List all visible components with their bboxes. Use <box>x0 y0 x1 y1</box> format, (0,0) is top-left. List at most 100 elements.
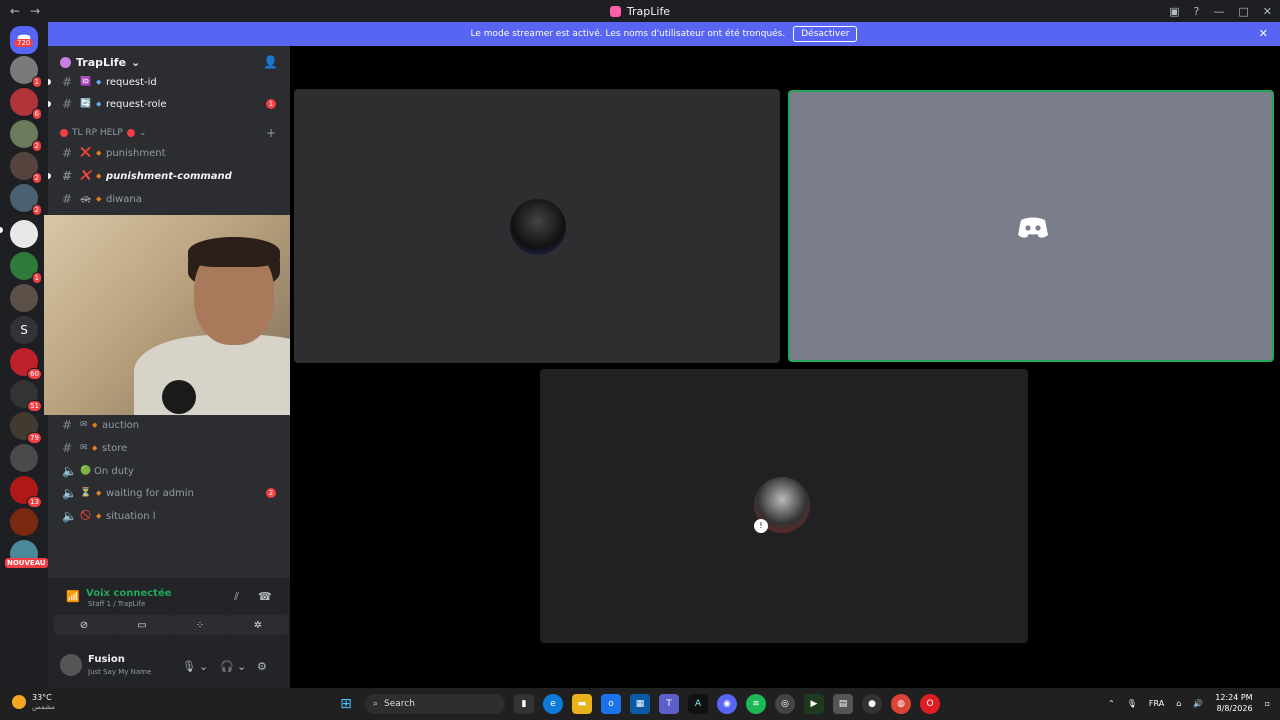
forward-arrow-icon[interactable]: → <box>30 4 40 18</box>
language-indicator[interactable]: FRA <box>1149 699 1164 708</box>
screen-share-button[interactable]: ▭ <box>112 615 172 635</box>
chevron-down-icon: ⌄ <box>138 128 147 138</box>
teams-icon[interactable]: T <box>659 694 679 714</box>
clock[interactable]: 12:24 PM 8/8/2026 <box>1215 692 1252 714</box>
server-icon[interactable]: 79 <box>10 412 42 444</box>
app-icon[interactable]: ◎ <box>775 694 795 714</box>
server-icon[interactable]: 60 <box>10 348 42 380</box>
microphone-icon[interactable]: 🎙 <box>182 660 196 673</box>
category-header[interactable]: TL RP HELP ⌄ <box>60 128 146 138</box>
server-icon[interactable]: 2 <box>10 152 42 184</box>
voice-channel-item[interactable]: 🔈 🚫 ◆ situation l <box>48 506 290 526</box>
microphone-icon[interactable]: 🎙 <box>1127 699 1137 708</box>
channel-item[interactable]: # ✉ ◆ auction <box>48 415 290 435</box>
participant-tile[interactable] <box>294 89 780 363</box>
add-member-icon[interactable]: 👤 <box>263 55 278 69</box>
channel-item[interactable]: # 🆔 ◆ request-id <box>48 72 290 92</box>
chevron-up-icon[interactable]: ⌃ <box>1108 699 1115 708</box>
user-panel: Fusion Just Say My Name 🎙 ⌄ 🎧 ⌄ ⚙ <box>48 646 290 686</box>
add-channel-icon[interactable]: + <box>266 126 276 140</box>
server-icon[interactable]: 1 <box>10 56 42 88</box>
volume-icon[interactable]: 🔊 <box>1193 699 1203 708</box>
voice-status[interactable]: Voix connectée <box>86 588 172 599</box>
channel-item[interactable]: # ✉ ◆ store <box>48 438 290 458</box>
store-icon[interactable]: ▦ <box>630 694 650 714</box>
camera-off-button[interactable]: ⊘ <box>54 615 114 635</box>
voice-channel-item[interactable]: 🔈 🟢 On duty <box>48 461 290 481</box>
headphones-icon[interactable]: 🎧 <box>220 660 234 673</box>
outlook-icon[interactable]: o <box>601 694 621 714</box>
soundboard-button[interactable]: ✲ <box>228 615 288 635</box>
server-icon[interactable]: 2 <box>10 120 42 152</box>
taskbar: 33°C مشمس ⊞ ⌕ Search ▮ e ▬ o ▦ T A ◉ ≋ ◎… <box>0 688 1280 720</box>
chrome-icon[interactable]: ◍ <box>891 694 911 714</box>
server-icon[interactable]: 51 <box>10 380 42 412</box>
notifications-icon[interactable]: ▫ <box>1265 699 1270 708</box>
maximize-icon[interactable]: □ <box>1238 5 1248 18</box>
task-view-icon[interactable]: ▮ <box>514 694 534 714</box>
server-icon[interactable] <box>10 284 38 312</box>
banner-text: Le mode streamer est activé. Les noms d'… <box>470 29 786 39</box>
close-window-icon[interactable]: ✕ <box>1263 5 1272 18</box>
channel-item[interactable]: # 🚓 ◆ diwana <box>48 189 290 209</box>
server-icon[interactable]: 13 <box>10 476 42 508</box>
settings-gear-icon[interactable]: ⚙ <box>257 660 267 673</box>
disable-streamer-mode-button[interactable]: Désactiver <box>793 26 858 42</box>
server-icon[interactable]: 6 <box>10 88 42 120</box>
taskbar-search[interactable]: ⌕ Search <box>365 694 505 714</box>
channel-item[interactable]: # ❌ ◆ punishment <box>48 143 290 163</box>
diamond-icon: ◆ <box>96 172 102 180</box>
server-icon-s[interactable]: S <box>10 316 38 344</box>
participant-tile[interactable]: ! <box>540 369 1028 643</box>
file-explorer-icon[interactable]: ▬ <box>572 694 592 714</box>
chevron-down-icon[interactable]: ⌄ <box>199 660 208 673</box>
muted-icon: ! <box>754 519 768 533</box>
server-badge-icon <box>60 56 71 68</box>
diamond-icon: ◆ <box>96 195 102 203</box>
chevron-down-icon[interactable]: ⌄ <box>237 660 246 673</box>
active-server-pip <box>0 227 3 233</box>
diamond-icon: ◆ <box>92 444 98 452</box>
server-icon[interactable] <box>10 444 38 472</box>
channel-item[interactable]: # 🔄 ◆ request-role 1 <box>48 94 290 114</box>
app-logo-icon <box>609 5 621 17</box>
weather-widget[interactable]: 33°C مشمس <box>12 693 55 711</box>
windows-start-icon[interactable]: ⊞ <box>336 694 356 714</box>
text-channel-icon: # <box>62 146 73 160</box>
inbox-icon[interactable]: ▣ <box>1169 5 1179 18</box>
network-icon[interactable]: ⌂ <box>1176 699 1181 708</box>
back-arrow-icon[interactable]: ← <box>10 4 20 18</box>
activities-button[interactable]: ⁘ <box>170 615 230 635</box>
close-icon[interactable]: ✕ <box>1259 27 1268 40</box>
help-icon[interactable]: ? <box>1194 5 1200 18</box>
app-icon[interactable]: ● <box>862 694 882 714</box>
server-icon[interactable]: 2 <box>10 184 42 216</box>
text-channel-icon: # <box>62 169 71 183</box>
server-icon[interactable]: 1 <box>10 252 42 284</box>
disconnect-icon[interactable]: ☎ <box>258 590 272 603</box>
participant-tile-speaking[interactable] <box>788 90 1274 362</box>
voice-stage: ! <box>290 46 1280 688</box>
noise-suppression-icon[interactable]: ⫽ <box>234 590 239 604</box>
new-badge: NOUVEAU <box>5 558 48 568</box>
app-icon[interactable]: A <box>688 694 708 714</box>
calculator-icon[interactable]: ▤ <box>833 694 853 714</box>
diamond-icon: ◆ <box>96 489 102 497</box>
voice-channel-item[interactable]: 🔈 ⏳ ◆ waiting for admin 2 <box>48 483 290 503</box>
discord-icon[interactable]: ◉ <box>717 694 737 714</box>
username[interactable]: Fusion <box>88 654 125 665</box>
channel-item[interactable]: # ❌ ◆ punishment-command <box>48 166 290 186</box>
opera-icon[interactable]: O <box>920 694 940 714</box>
streamer-mode-banner: Le mode streamer est activé. Les noms d'… <box>48 22 1280 46</box>
app-icon[interactable]: ▶ <box>804 694 824 714</box>
voice-channel-name[interactable]: Staff 1 / TrapLife <box>88 600 145 608</box>
diamond-icon: ◆ <box>96 512 102 520</box>
spotify-icon[interactable]: ≋ <box>746 694 766 714</box>
edge-icon[interactable]: e <box>543 694 563 714</box>
voice-connection-panel: 📶 Voix connectée Staff 1 / TrapLife ⫽ ☎ … <box>48 578 290 688</box>
minimize-icon[interactable]: — <box>1213 5 1224 18</box>
server-icon-traplife[interactable] <box>10 220 38 248</box>
avatar[interactable] <box>60 654 82 676</box>
server-icon[interactable] <box>10 508 38 536</box>
system-tray: ⌃ 🎙 FRA ⌂ 🔊 12:24 PM 8/8/2026 ▫ <box>1108 692 1270 714</box>
